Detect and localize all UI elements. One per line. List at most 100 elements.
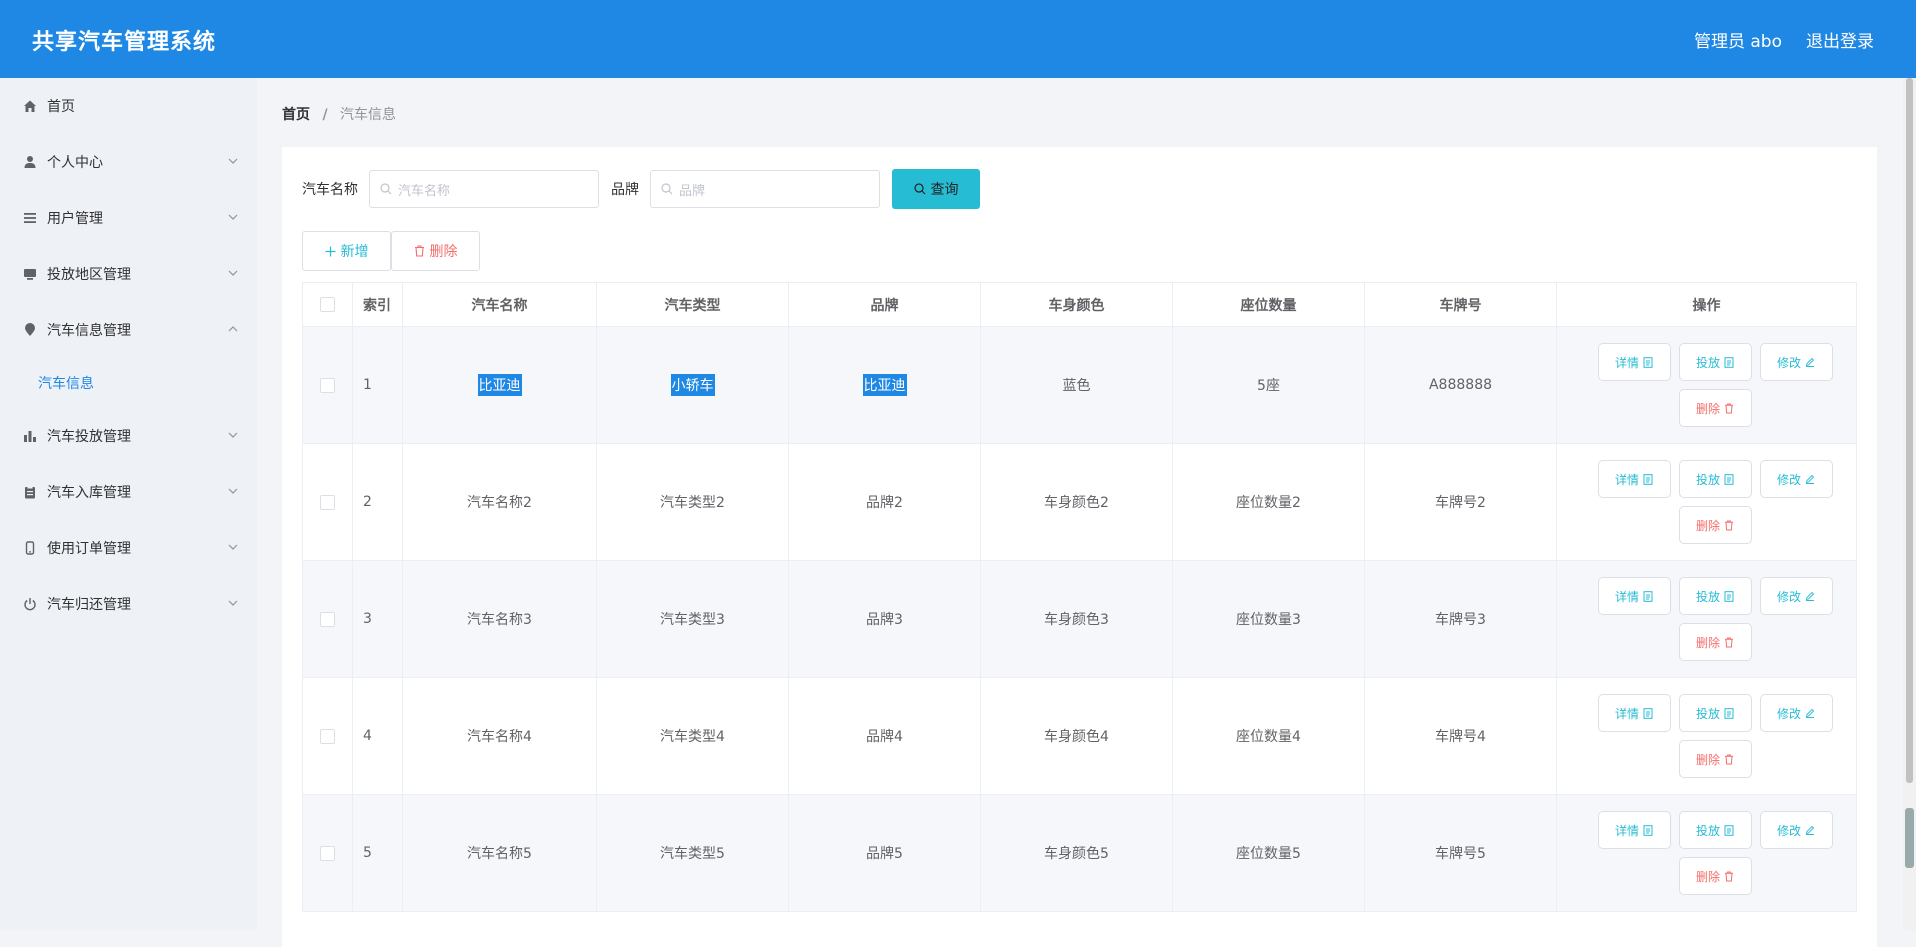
row-actions: 详情 投放 修改 删除 <box>1597 343 1838 427</box>
sidebar-item-label: 用户管理 <box>47 211 103 227</box>
scrollbar-thumb[interactable] <box>1906 78 1913 783</box>
edit-button[interactable]: 修改 <box>1759 577 1833 615</box>
table-header: 索引 汽车名称 汽车类型 品牌 车身颜色 座位数量 车牌号 操作 <box>303 283 1857 327</box>
deploy-button[interactable]: 投放 <box>1678 577 1752 615</box>
add-button[interactable]: 新增 <box>302 231 391 271</box>
trash-icon <box>1725 520 1733 530</box>
sidebar-subitem-car-info[interactable]: 汽车信息 <box>0 358 257 408</box>
phone-icon <box>22 540 38 556</box>
sidebar-item-car-info-management[interactable]: 汽车信息管理 <box>0 302 257 358</box>
page-scrollbar[interactable] <box>1903 78 1916 930</box>
batch-delete-button-label: 删除 <box>429 244 458 260</box>
logout-link[interactable]: 退出登录 <box>1806 27 1874 52</box>
edit-button[interactable]: 修改 <box>1759 694 1833 732</box>
detail-button[interactable]: 详情 <box>1597 811 1671 849</box>
sidebar-item-personal-center[interactable]: 个人中心 <box>0 134 257 190</box>
detail-button[interactable]: 详情 <box>1597 694 1671 732</box>
cell-ops: 详情 投放 修改删除 <box>1557 678 1857 794</box>
cell-color: 车身颜色2 <box>981 444 1173 560</box>
sidebar-item-car-return-management[interactable]: 汽车归还管理 <box>0 576 257 632</box>
row-delete-button[interactable]: 删除 <box>1678 857 1752 895</box>
table-row: 5 汽车名称5 汽车类型5 品牌5 车身颜色5 座位数量5 车牌号5 详情 投放 修改 删除 <box>303 795 1857 912</box>
trash-icon <box>1725 871 1733 881</box>
detail-button[interactable]: 详情 <box>1597 577 1671 615</box>
sidebar-item-label: 汽车信息管理 <box>47 323 131 339</box>
cell-text: 汽车名称5 <box>467 846 532 862</box>
sidebar-item-order-management[interactable]: 使用订单管理 <box>0 520 257 576</box>
cell-brand: 品牌5 <box>789 795 981 911</box>
search-icon <box>661 183 673 195</box>
deploy-button-label: 投放 <box>1695 355 1720 370</box>
cell-index: 3 <box>353 561 403 677</box>
selected-text: 比亚迪 <box>862 374 907 396</box>
list-icon <box>22 210 38 226</box>
cell-text: 品牌2 <box>866 495 903 511</box>
sidebar-subitem-label: 汽车信息 <box>38 376 94 392</box>
deploy-button[interactable]: 投放 <box>1678 811 1752 849</box>
row-delete-button[interactable]: 删除 <box>1678 623 1752 661</box>
cell-text: 汽车类型3 <box>660 612 725 628</box>
edit-button[interactable]: 修改 <box>1759 460 1833 498</box>
deploy-button-label: 投放 <box>1695 706 1720 721</box>
row-delete-button[interactable]: 删除 <box>1678 506 1752 544</box>
clipboard-icon <box>22 484 38 500</box>
cell-ops: 详情 投放 修改删除 <box>1557 444 1857 560</box>
brand-input[interactable]: 品牌 <box>650 170 880 208</box>
edit-button-label: 修改 <box>1776 706 1801 721</box>
row-delete-button-label: 删除 <box>1695 518 1720 533</box>
document-icon <box>1724 824 1734 836</box>
cell-color: 蓝色 <box>981 327 1173 443</box>
cell-seats: 座位数量2 <box>1173 444 1365 560</box>
selected-text: 比亚迪 <box>477 374 522 396</box>
cell-color: 车身颜色4 <box>981 678 1173 794</box>
edit-button[interactable]: 修改 <box>1759 343 1833 381</box>
deploy-button[interactable]: 投放 <box>1678 460 1752 498</box>
brand-placeholder: 品牌 <box>679 183 706 199</box>
row-delete-button[interactable]: 删除 <box>1678 740 1752 778</box>
query-button[interactable]: 查询 <box>892 169 980 209</box>
sidebar-item-region-management[interactable]: 投放地区管理 <box>0 246 257 302</box>
car-name-input[interactable]: 汽车名称 <box>369 170 599 208</box>
edit-button[interactable]: 修改 <box>1759 811 1833 849</box>
cell-color: 车身颜色5 <box>981 795 1173 911</box>
row-checkbox[interactable] <box>320 728 335 744</box>
breadcrumb: 首页 / 汽车信息 <box>282 104 396 124</box>
chevron-up-icon <box>228 326 238 332</box>
batch-delete-button[interactable]: 删除 <box>391 231 480 271</box>
document-icon <box>1724 473 1734 485</box>
select-all-checkbox[interactable] <box>320 297 335 312</box>
cell-type: 汽车类型4 <box>597 678 789 794</box>
car-name-label: 汽车名称 <box>302 182 358 198</box>
chart-icon <box>22 428 38 444</box>
sidebar-item-user-management[interactable]: 用户管理 <box>0 190 257 246</box>
search-icon <box>380 183 392 195</box>
breadcrumb-home[interactable]: 首页 <box>282 107 310 123</box>
row-checkbox[interactable] <box>320 611 335 627</box>
cell-text: 汽车名称2 <box>467 495 532 511</box>
document-icon <box>1643 707 1653 719</box>
sidebar-item-car-deploy-management[interactable]: 汽车投放管理 <box>0 408 257 464</box>
detail-button[interactable]: 详情 <box>1597 460 1671 498</box>
row-checkbox-cell <box>303 327 353 443</box>
chevron-down-icon <box>228 600 238 606</box>
detail-button[interactable]: 详情 <box>1597 343 1671 381</box>
chevron-down-icon <box>228 544 238 550</box>
row-checkbox[interactable] <box>320 845 335 861</box>
admin-label: 管理员 abo <box>1693 32 1782 52</box>
cell-text: 汽车类型4 <box>660 729 725 745</box>
deploy-button[interactable]: 投放 <box>1678 343 1752 381</box>
row-delete-button-label: 删除 <box>1695 635 1720 650</box>
cell-ops: 详情 投放 修改删除 <box>1557 561 1857 677</box>
row-checkbox[interactable] <box>320 494 335 510</box>
row-checkbox[interactable] <box>320 377 335 393</box>
cell-index: 1 <box>353 327 403 443</box>
sidebar-item-home[interactable]: 首页 <box>0 78 257 134</box>
sidebar-item-car-storage-management[interactable]: 汽车入库管理 <box>0 464 257 520</box>
detail-button-label: 详情 <box>1614 823 1639 838</box>
detail-button-label: 详情 <box>1614 472 1639 487</box>
row-actions: 详情 投放 修改删除 <box>1597 460 1838 544</box>
add-button-label: 新增 <box>340 244 369 260</box>
breadcrumb-separator: / <box>322 107 328 123</box>
deploy-button[interactable]: 投放 <box>1678 694 1752 732</box>
row-delete-button[interactable]: 删除 <box>1678 389 1752 427</box>
